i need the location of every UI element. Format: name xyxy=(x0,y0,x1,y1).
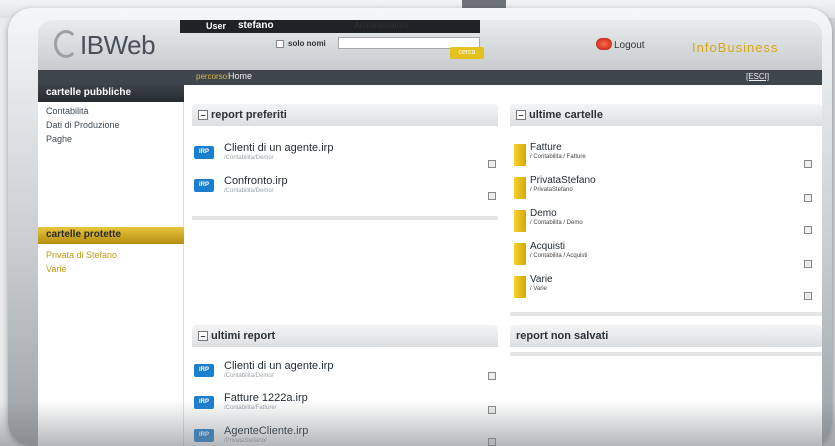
irp-file-icon: IRP xyxy=(194,179,214,192)
folder-name: Demo xyxy=(530,208,557,219)
report-name: Confronto.irp xyxy=(224,175,288,187)
folder-name: Varie xyxy=(530,274,553,285)
user-name: stefano xyxy=(238,20,274,31)
remove-icon[interactable] xyxy=(488,406,496,414)
list-item[interactable]: Demo / Contabilita / Demo xyxy=(514,208,814,238)
folder-icon xyxy=(514,243,526,265)
irp-file-icon: IRP xyxy=(194,364,214,377)
list-item[interactable]: IRP Clienti di un agente.irp /Contabilit… xyxy=(194,360,494,390)
sidebar-item-privata-stefano[interactable]: Privata di Stefano xyxy=(46,248,117,262)
list-item[interactable]: IRP Fatture 1222a.irp /Contabilita/Fattu… xyxy=(194,392,494,422)
report-preferiti-title: report preferiti xyxy=(211,109,287,121)
irp-file-icon: IRP xyxy=(194,429,214,442)
exit-link[interactable]: [ESCI] xyxy=(746,72,769,81)
sidebar-item-contabilita[interactable]: Contabilità xyxy=(46,104,120,118)
sidebar-item-varie[interactable]: Varie xyxy=(46,262,117,276)
report-path: /Contabilita/Demo/ xyxy=(224,155,274,161)
protected-folders-header: cartelle protette xyxy=(38,227,184,244)
public-folders-header: cartelle pubbliche xyxy=(38,85,184,102)
collapse-toggle[interactable]: – xyxy=(198,110,208,121)
folder-name: PrivataStefano xyxy=(530,175,596,186)
remove-icon[interactable] xyxy=(488,192,496,200)
logout-icon[interactable] xyxy=(596,38,612,50)
list-item[interactable]: Fatture / Contabilita / Fatture xyxy=(514,142,814,172)
sidebar-item-dati-produzione[interactable]: Dati di Produzione xyxy=(46,118,120,132)
sidebar: cartelle pubbliche Contabilità Dati di P… xyxy=(38,85,184,446)
solo-nomi-checkbox[interactable] xyxy=(276,40,284,48)
app-logo[interactable]: IBWeb xyxy=(52,24,180,64)
report-path: /Contabilita/Demo/ xyxy=(224,373,274,379)
folder-path: / PrivataStefano xyxy=(530,187,573,193)
list-item[interactable]: IRP AgenteCliente.irp /PrivataStefano/ xyxy=(194,425,494,446)
public-folders-list: Contabilità Dati di Produzione Paghe xyxy=(46,104,120,146)
app-header: IBWeb User stefano - Amministratore solo… xyxy=(38,20,822,70)
remove-icon[interactable] xyxy=(804,260,812,268)
remove-icon[interactable] xyxy=(804,292,812,300)
user-role: - Amministratore xyxy=(350,21,409,30)
remove-icon[interactable] xyxy=(488,160,496,168)
list-item[interactable]: IRP Clienti di un agente.irp /Contabilit… xyxy=(194,142,494,172)
folder-path: / Contabilita / Fatture xyxy=(530,154,586,160)
ultimi-report-header: – ultimi report xyxy=(192,325,498,347)
irp-file-icon: IRP xyxy=(194,396,214,409)
report-name: Clienti di un agente.irp xyxy=(224,142,334,154)
report-preferiti-header: – report preferiti xyxy=(192,104,498,126)
folder-icon xyxy=(514,210,526,232)
ultime-cartelle-header: – ultime cartelle xyxy=(510,104,822,126)
collapse-toggle[interactable]: – xyxy=(198,331,208,342)
app-screen: IBWeb User stefano - Amministratore solo… xyxy=(38,20,822,446)
report-path: /Contabilita/Fatture/ xyxy=(224,405,277,411)
list-item[interactable]: Acquisti / Contabilita / Acquisti xyxy=(514,241,814,271)
home-link[interactable]: Home xyxy=(228,71,252,81)
ultimi-report-title: ultimi report xyxy=(211,330,276,342)
remove-icon[interactable] xyxy=(804,160,812,168)
search-area: solo nomi cerca xyxy=(180,37,484,59)
panel-divider xyxy=(510,352,822,356)
panel-divider xyxy=(510,312,822,316)
folder-path: / Contabilita / Acquisti xyxy=(530,253,588,259)
user-bar: User stefano xyxy=(180,20,480,33)
report-non-salvati-title: report non salvati xyxy=(516,330,609,342)
report-path: /PrivataStefano/ xyxy=(224,438,267,444)
report-path: /Contabilita/Demo/ xyxy=(224,188,274,194)
ultime-cartelle-title: ultime cartelle xyxy=(529,109,603,121)
list-item[interactable]: Varie / Varie xyxy=(514,274,814,304)
list-item[interactable]: PrivataStefano / PrivataStefano xyxy=(514,175,814,205)
report-name: AgenteCliente.irp xyxy=(224,425,309,437)
folder-icon xyxy=(514,144,526,166)
nav-bar: percorso Home [ESCI] xyxy=(38,70,822,85)
device-frame: IBWeb User stefano - Amministratore solo… xyxy=(8,8,832,446)
report-non-salvati-header: report non salvati xyxy=(510,325,822,347)
collapse-toggle[interactable]: – xyxy=(516,110,526,121)
report-name: Clienti di un agente.irp xyxy=(224,360,334,372)
sidebar-item-paghe[interactable]: Paghe xyxy=(46,132,120,146)
folder-path: / Varie xyxy=(530,286,547,292)
list-item[interactable]: IRP Confronto.irp /Contabilita/Demo/ xyxy=(194,175,494,205)
irp-file-icon: IRP xyxy=(194,146,214,159)
remove-icon[interactable] xyxy=(488,438,496,446)
folder-path: / Contabilita / Demo xyxy=(530,220,583,226)
remove-icon[interactable] xyxy=(488,372,496,380)
panel-divider xyxy=(192,216,498,220)
folder-icon xyxy=(514,177,526,199)
report-name: Fatture 1222a.irp xyxy=(224,392,308,404)
folder-name: Fatture xyxy=(530,142,562,153)
search-button[interactable]: cerca xyxy=(450,47,484,59)
protected-folders-list: Privata di Stefano Varie xyxy=(46,248,117,276)
folder-icon xyxy=(514,276,526,298)
logo-text: IBWeb xyxy=(80,30,156,60)
logout-link[interactable]: Logout xyxy=(614,40,645,51)
logo-ring-icon xyxy=(54,30,78,58)
solo-nomi-label: solo nomi xyxy=(288,39,326,48)
remove-icon[interactable] xyxy=(804,226,812,234)
folder-name: Acquisti xyxy=(530,241,566,252)
remove-icon[interactable] xyxy=(804,194,812,202)
user-label: User xyxy=(206,21,227,31)
breadcrumb-label: percorso xyxy=(196,72,228,81)
brand-logo: InfoBusiness xyxy=(692,40,779,55)
